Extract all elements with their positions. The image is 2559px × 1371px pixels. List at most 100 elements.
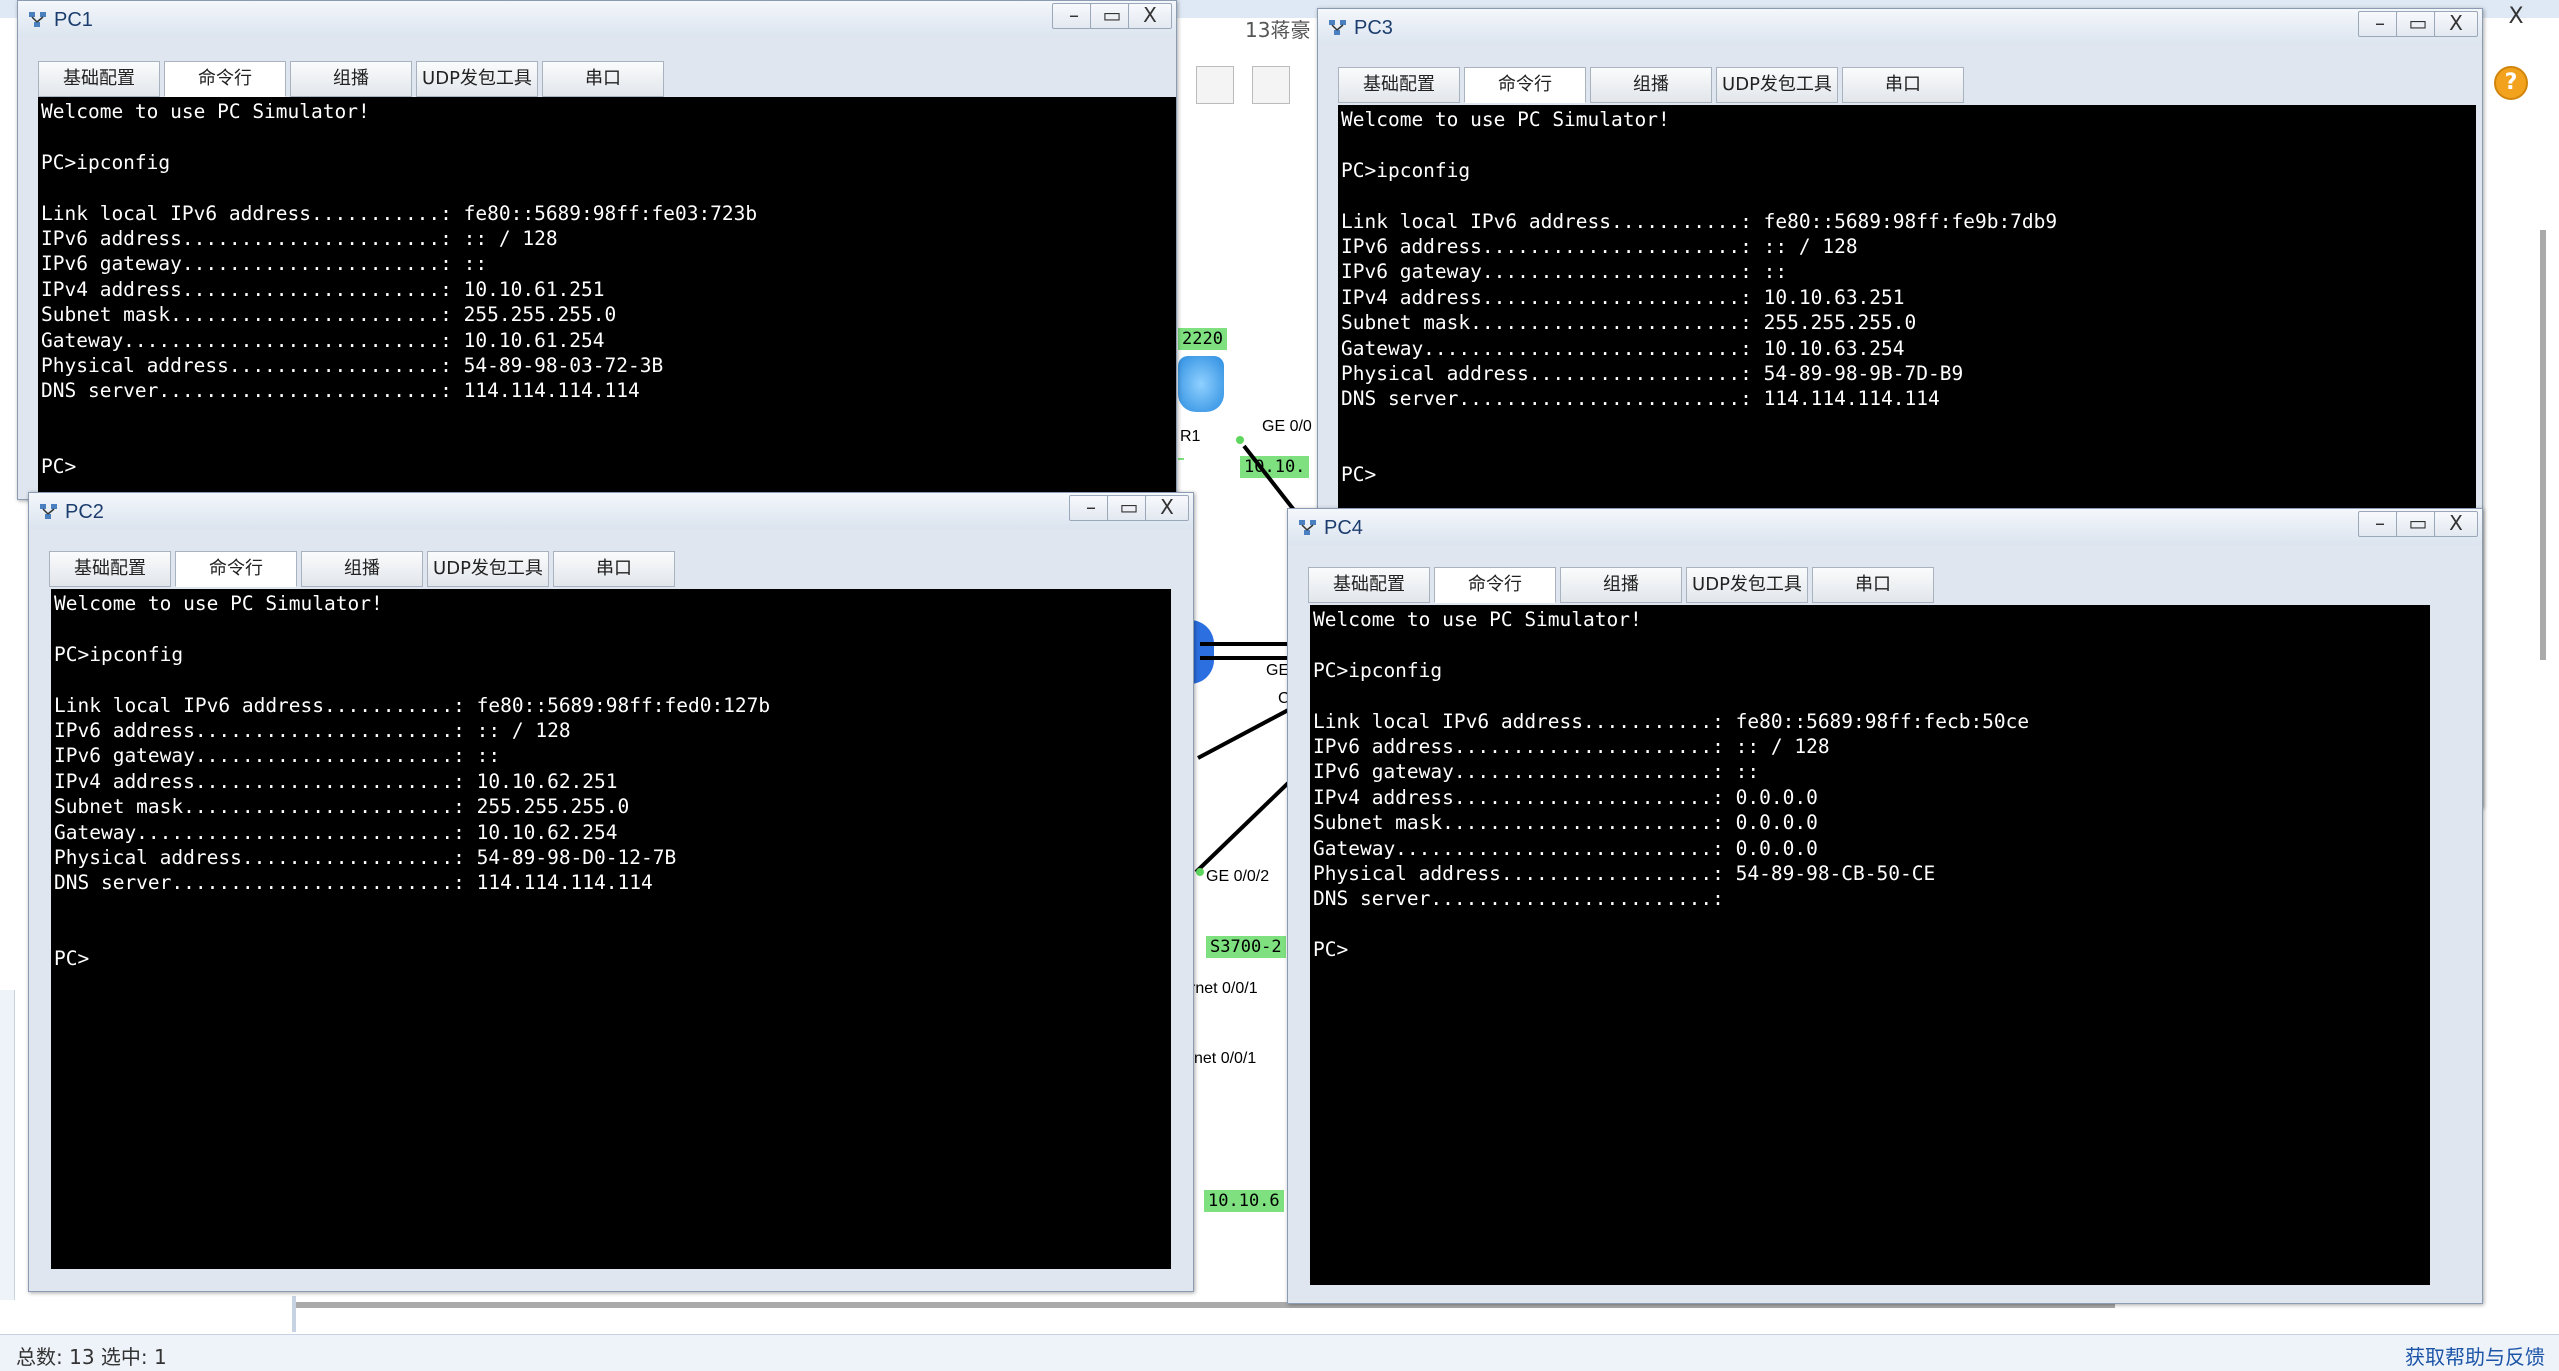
terminal-line: Subnet mask.......................: 255.…: [1341, 311, 1917, 335]
tab-basic-config[interactable]: 基础配置: [1308, 567, 1430, 603]
terminal-line: IPv4 address......................: 10.1…: [1341, 285, 1905, 309]
terminal-line: IPv4 address......................: 0.0.…: [1313, 785, 1818, 809]
pc3-close-button[interactable]: X: [2434, 11, 2478, 37]
vertical-scrollbar[interactable]: [2540, 230, 2546, 660]
terminal-line: Link local IPv6 address...........: fe80…: [1313, 709, 2030, 733]
terminal-line: Welcome to use PC Simulator!: [1341, 108, 1670, 131]
pc3-titlebar[interactable]: PC3 – ▭ X: [1318, 9, 2482, 45]
terminal-line: PC>ipconfig: [1313, 658, 1443, 682]
terminal-line: Physical address..................: 54-8…: [41, 353, 664, 377]
tab-serial[interactable]: 串口: [542, 61, 664, 97]
pc4-close-button[interactable]: X: [2434, 511, 2478, 537]
network-label-1: 10.10.: [1240, 456, 1310, 478]
terminal-line: Gateway...........................: 10.1…: [1341, 336, 1905, 360]
pc1-titlebar[interactable]: PC1 – ▭ X: [18, 1, 1176, 37]
pc-simulator-icon: [1299, 520, 1316, 535]
terminal-line: IPv6 gateway......................: ::: [54, 744, 501, 768]
terminal-line: Subnet mask.......................: 255.…: [54, 795, 630, 819]
pc2-terminal[interactable]: Welcome to use PC Simulator! PC>ipconfig L…: [51, 589, 1171, 1269]
tab-serial[interactable]: 串口: [553, 551, 675, 587]
terminal-line: Welcome to use PC Simulator!: [54, 592, 383, 615]
terminal-line: PC>ipconfig: [1341, 158, 1471, 182]
pc4-titlebar[interactable]: PC4 – ▭ X: [1288, 509, 2482, 545]
tab-command-line[interactable]: 命令行: [175, 551, 297, 587]
tab-udp-tool[interactable]: UDP发包工具: [416, 61, 538, 97]
terminal-line: IPv4 address......................: 10.1…: [54, 769, 618, 793]
terminal-line: Gateway...........................: 10.1…: [41, 328, 605, 352]
pc1-close-button[interactable]: X: [1128, 3, 1172, 29]
pc1-window[interactable]: PC1 – ▭ X 基础配置 命令行 组播 UDP发包工具 串口 Welcome…: [17, 0, 1177, 501]
capture-icon[interactable]: [1252, 66, 1290, 104]
tab-command-line[interactable]: 命令行: [1434, 567, 1556, 603]
terminal-line: Physical address..................: 54-8…: [1313, 861, 1936, 885]
network-label-2: 10.10.6: [1204, 1190, 1284, 1212]
tab-multicast[interactable]: 组播: [1560, 567, 1682, 603]
tab-basic-config[interactable]: 基础配置: [49, 551, 171, 587]
tab-multicast[interactable]: 组播: [1590, 67, 1712, 103]
tab-command-line[interactable]: 命令行: [164, 61, 286, 97]
pc1-title: PC1: [54, 9, 93, 31]
tab-serial[interactable]: 串口: [1812, 567, 1934, 603]
pc2-close-button[interactable]: X: [1145, 495, 1189, 521]
network-label-1-left: [1178, 458, 1184, 460]
switch-port-label-ge: GE: [1266, 662, 1290, 679]
help-icon[interactable]: ?: [2494, 66, 2528, 100]
tab-udp-tool[interactable]: UDP发包工具: [1716, 67, 1838, 103]
pc-simulator-icon: [40, 504, 57, 519]
tab-basic-config[interactable]: 基础配置: [38, 61, 160, 97]
pc1-terminal[interactable]: Welcome to use PC Simulator! PC>ipconfig L…: [38, 97, 1176, 501]
terminal-line: Gateway...........................: 10.1…: [54, 820, 618, 844]
pc2-window[interactable]: PC2 – ▭ X 基础配置 命令行 组播 UDP发包工具 串口 Welcome…: [28, 492, 1194, 1292]
terminal-line: DNS server........................:: [1313, 887, 1724, 911]
pc-simulator-icon: [1329, 20, 1346, 35]
terminal-line: PC>: [1313, 938, 1349, 962]
terminal-line: IPv6 gateway......................: ::: [1341, 260, 1788, 284]
terminal-line: Link local IPv6 address...........: fe80…: [1341, 209, 2058, 233]
tab-udp-tool[interactable]: UDP发包工具: [427, 551, 549, 587]
terminal-line: PC>ipconfig: [41, 150, 171, 174]
terminal-line: IPv6 address......................: :: /…: [54, 718, 571, 742]
switch-name-label: S3700-2: [1206, 936, 1286, 958]
terminal-line: PC>: [54, 947, 90, 971]
terminal-line: PC>: [41, 455, 77, 479]
tab-command-line[interactable]: 命令行: [1464, 67, 1586, 103]
terminal-line: IPv6 gateway......................: ::: [1313, 760, 1760, 784]
router-name-label: R1: [1180, 428, 1201, 445]
terminal-line: DNS server........................: 114.…: [1341, 387, 1940, 411]
switch-port-label-ge2: GE 0/0/2: [1206, 868, 1270, 885]
tab-serial[interactable]: 串口: [1842, 67, 1964, 103]
terminal-line: Physical address..................: 54-8…: [54, 845, 677, 869]
router-icon[interactable]: [1178, 356, 1224, 412]
pc4-window[interactable]: PC4 – ▭ X 基础配置 命令行 组播 UDP发包工具 串口 Welcome…: [1287, 508, 2483, 1304]
terminal-line: PC>: [1341, 463, 1377, 487]
tab-multicast[interactable]: 组播: [290, 61, 412, 97]
left-panel-edge: [0, 990, 15, 1300]
grid-view-icon[interactable]: [1196, 66, 1234, 104]
terminal-line: PC>ipconfig: [54, 642, 184, 666]
tab-udp-tool[interactable]: UDP发包工具: [1686, 567, 1808, 603]
terminal-line: IPv6 address......................: :: /…: [1313, 734, 1830, 758]
ethernet-label-2: net 0/0/1: [1194, 1050, 1257, 1067]
terminal-line: Subnet mask.......................: 0.0.…: [1313, 811, 1818, 835]
terminal-line: Link local IPv6 address...........: fe80…: [41, 201, 758, 225]
app-close-button[interactable]: X: [2495, 2, 2537, 32]
tab-basic-config[interactable]: 基础配置: [1338, 67, 1460, 103]
pc3-title: PC3: [1354, 17, 1393, 39]
tab-multicast[interactable]: 组播: [301, 551, 423, 587]
pc2-titlebar[interactable]: PC2 – ▭ X: [29, 493, 1193, 529]
pc4-terminal[interactable]: Welcome to use PC Simulator! PC>ipconfig L…: [1310, 605, 2430, 1285]
feedback-link[interactable]: 获取帮助与反馈: [2405, 1341, 2545, 1370]
pc4-title: PC4: [1324, 517, 1363, 539]
status-count: 总数: 13 选中: 1: [16, 1345, 167, 1369]
terminal-line: Welcome to use PC Simulator!: [41, 100, 370, 123]
terminal-line: IPv6 address......................: :: /…: [41, 226, 558, 250]
terminal-line: DNS server........................: 114.…: [54, 871, 653, 895]
